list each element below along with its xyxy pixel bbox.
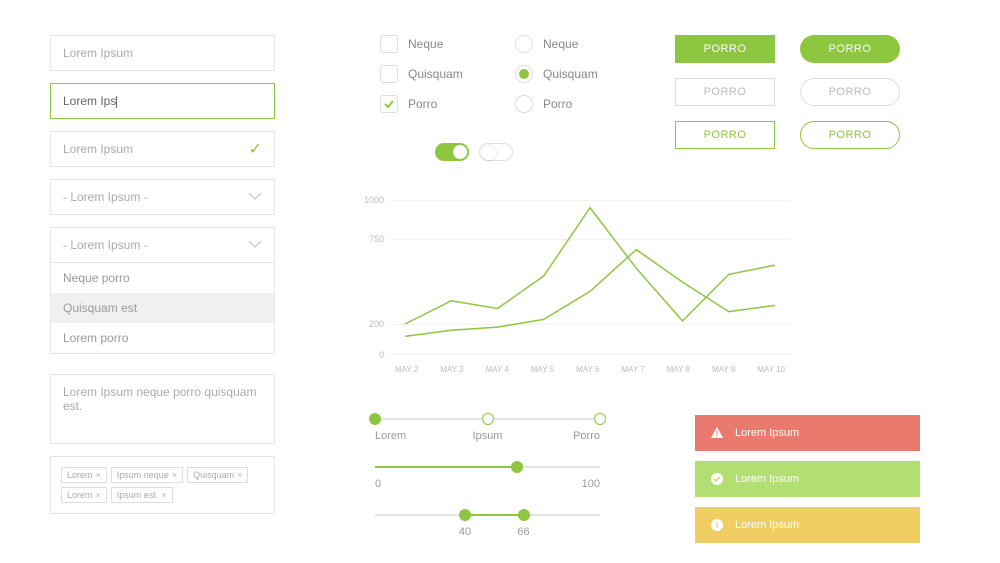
tag-remove-icon[interactable]: × — [237, 470, 242, 480]
chevron-down-icon — [248, 238, 262, 252]
alert-label: Lorem Ipsum — [735, 519, 799, 531]
tag[interactable]: Lorem× — [61, 467, 107, 483]
tag[interactable]: Ipsum neque× — [111, 467, 183, 483]
select-expanded[interactable]: - Lorem Ipsum - — [50, 227, 275, 263]
chart-x-tick: MAY 4 — [486, 365, 509, 374]
svg-text:i: i — [716, 520, 719, 530]
chart-x-tick: MAY 3 — [440, 365, 463, 374]
slider-handle[interactable] — [511, 461, 523, 473]
checkbox[interactable] — [380, 65, 398, 83]
toggle-knob — [453, 145, 467, 159]
textarea[interactable]: Lorem Ipsum neque porro quisquam est. — [50, 374, 275, 444]
slider-handle[interactable] — [459, 509, 471, 521]
dropdown-item[interactable]: Quisquam est — [51, 293, 274, 323]
tag-input[interactable]: Lorem×Ipsum neque×Quisquam× Lorem×Ipsum e… — [50, 456, 275, 514]
checkbox-group: Neque Quisquam Porro — [380, 35, 463, 125]
alert-warning: i Lorem Ipsum — [695, 507, 920, 543]
alert-group: ! Lorem Ipsum Lorem Ipsum i Lorem Ipsum — [695, 415, 920, 553]
chart-x-tick: MAY 10 — [757, 365, 785, 374]
checkbox-label: Quisquam — [408, 67, 463, 81]
chart-x-tick: MAY 7 — [621, 365, 644, 374]
toggle-off[interactable] — [479, 143, 513, 161]
tag-remove-icon[interactable]: × — [96, 490, 101, 500]
slider-label: 0 — [375, 478, 381, 490]
dropdown-item[interactable]: Neque porro — [51, 263, 274, 293]
slider-handle[interactable] — [518, 509, 530, 521]
toggle-group — [435, 143, 513, 161]
chevron-down-icon — [248, 190, 262, 204]
chart-x-tick: MAY 8 — [667, 365, 690, 374]
input-valid-value: Lorem Ipsum — [63, 142, 133, 156]
chart-y-tick: 0 — [360, 350, 384, 360]
slider[interactable]: Lorem Porro Ipsum — [375, 412, 600, 452]
radio-label: Neque — [543, 37, 578, 51]
select-value: - Lorem Ipsum - — [63, 190, 148, 204]
check-icon: ✓ — [249, 139, 262, 159]
svg-text:!: ! — [716, 430, 719, 439]
slider-handle[interactable] — [594, 413, 606, 425]
text-input-valid[interactable]: Lorem Ipsum ✓ — [50, 131, 275, 167]
chart-x-tick: MAY 6 — [576, 365, 599, 374]
button-outline[interactable]: PORRO — [675, 121, 775, 149]
select-collapsed[interactable]: - Lorem Ipsum - — [50, 179, 275, 215]
radio-label: Porro — [543, 97, 572, 111]
chart-x-tick: MAY 9 — [712, 365, 735, 374]
chart-y-tick: 1000 — [360, 195, 384, 205]
alert-danger: ! Lorem Ipsum — [695, 415, 920, 451]
radio[interactable] — [515, 95, 533, 113]
alert-label: Lorem Ipsum — [735, 427, 799, 439]
select-value: - Lorem Ipsum - — [63, 238, 148, 252]
checkbox[interactable] — [380, 35, 398, 53]
chart-y-tick: 750 — [360, 234, 384, 244]
text-input-placeholder[interactable]: Lorem Ipsum — [50, 35, 275, 71]
tag-remove-icon[interactable]: × — [96, 470, 101, 480]
dropdown-item[interactable]: Lorem porro — [51, 323, 274, 353]
slider-label: Ipsum — [473, 430, 503, 442]
radio[interactable] — [515, 35, 533, 53]
slider-label: Lorem — [375, 430, 406, 442]
dropdown-list: Neque porro Quisquam est Lorem porro — [50, 263, 275, 354]
radio-group: Neque Quisquam Porro — [515, 35, 598, 125]
text-input-typing[interactable]: Lorem Ips — [50, 83, 275, 119]
slider-group: Lorem Porro Ipsum 0 100 40 66 — [375, 412, 600, 556]
chart-line — [405, 250, 775, 337]
slider[interactable]: 0 100 — [375, 460, 600, 500]
radio[interactable] — [515, 65, 533, 83]
tag-remove-icon[interactable]: × — [172, 470, 177, 480]
slider[interactable]: 40 66 — [375, 508, 600, 548]
button-filled-pill[interactable]: PORRO — [800, 35, 900, 63]
tag-remove-icon[interactable]: × — [161, 490, 166, 500]
line-chart: 02007501000 MAY 2MAY 3MAY 4MAY 5MAY 6MAY… — [360, 200, 790, 380]
button-outline-disabled-pill[interactable]: PORRO — [800, 78, 900, 106]
tag[interactable]: Quisquam× — [187, 467, 248, 483]
checkbox-label: Porro — [408, 97, 437, 111]
chart-y-tick: 200 — [360, 319, 384, 329]
slider-label: 100 — [582, 478, 600, 490]
button-outline-disabled[interactable]: PORRO — [675, 78, 775, 106]
slider-label: 40 — [459, 526, 471, 538]
button-outline-pill[interactable]: PORRO — [800, 121, 900, 149]
toggle-on[interactable] — [435, 143, 469, 161]
warning-triangle-icon: ! — [709, 425, 725, 441]
radio-label: Quisquam — [543, 67, 598, 81]
info-circle-icon: i — [709, 517, 725, 533]
button-filled[interactable]: PORRO — [675, 35, 775, 63]
slider-handle[interactable] — [482, 413, 494, 425]
tag[interactable]: Lorem× — [61, 487, 107, 503]
toggle-knob — [482, 146, 496, 160]
check-circle-icon — [709, 471, 725, 487]
tag[interactable]: Ipsum est.× — [111, 487, 173, 503]
slider-label: 66 — [517, 526, 529, 538]
alert-label: Lorem Ipsum — [735, 473, 799, 485]
checkbox-label: Neque — [408, 37, 443, 51]
checkbox[interactable] — [380, 95, 398, 113]
slider-handle[interactable] — [369, 413, 381, 425]
chart-x-tick: MAY 5 — [531, 365, 554, 374]
button-group: PORRO PORRO PORRO PORRO PORRO PORRO — [675, 35, 900, 164]
chart-x-tick: MAY 2 — [395, 365, 418, 374]
alert-success: Lorem Ipsum — [695, 461, 920, 497]
slider-label: Porro — [573, 430, 600, 442]
